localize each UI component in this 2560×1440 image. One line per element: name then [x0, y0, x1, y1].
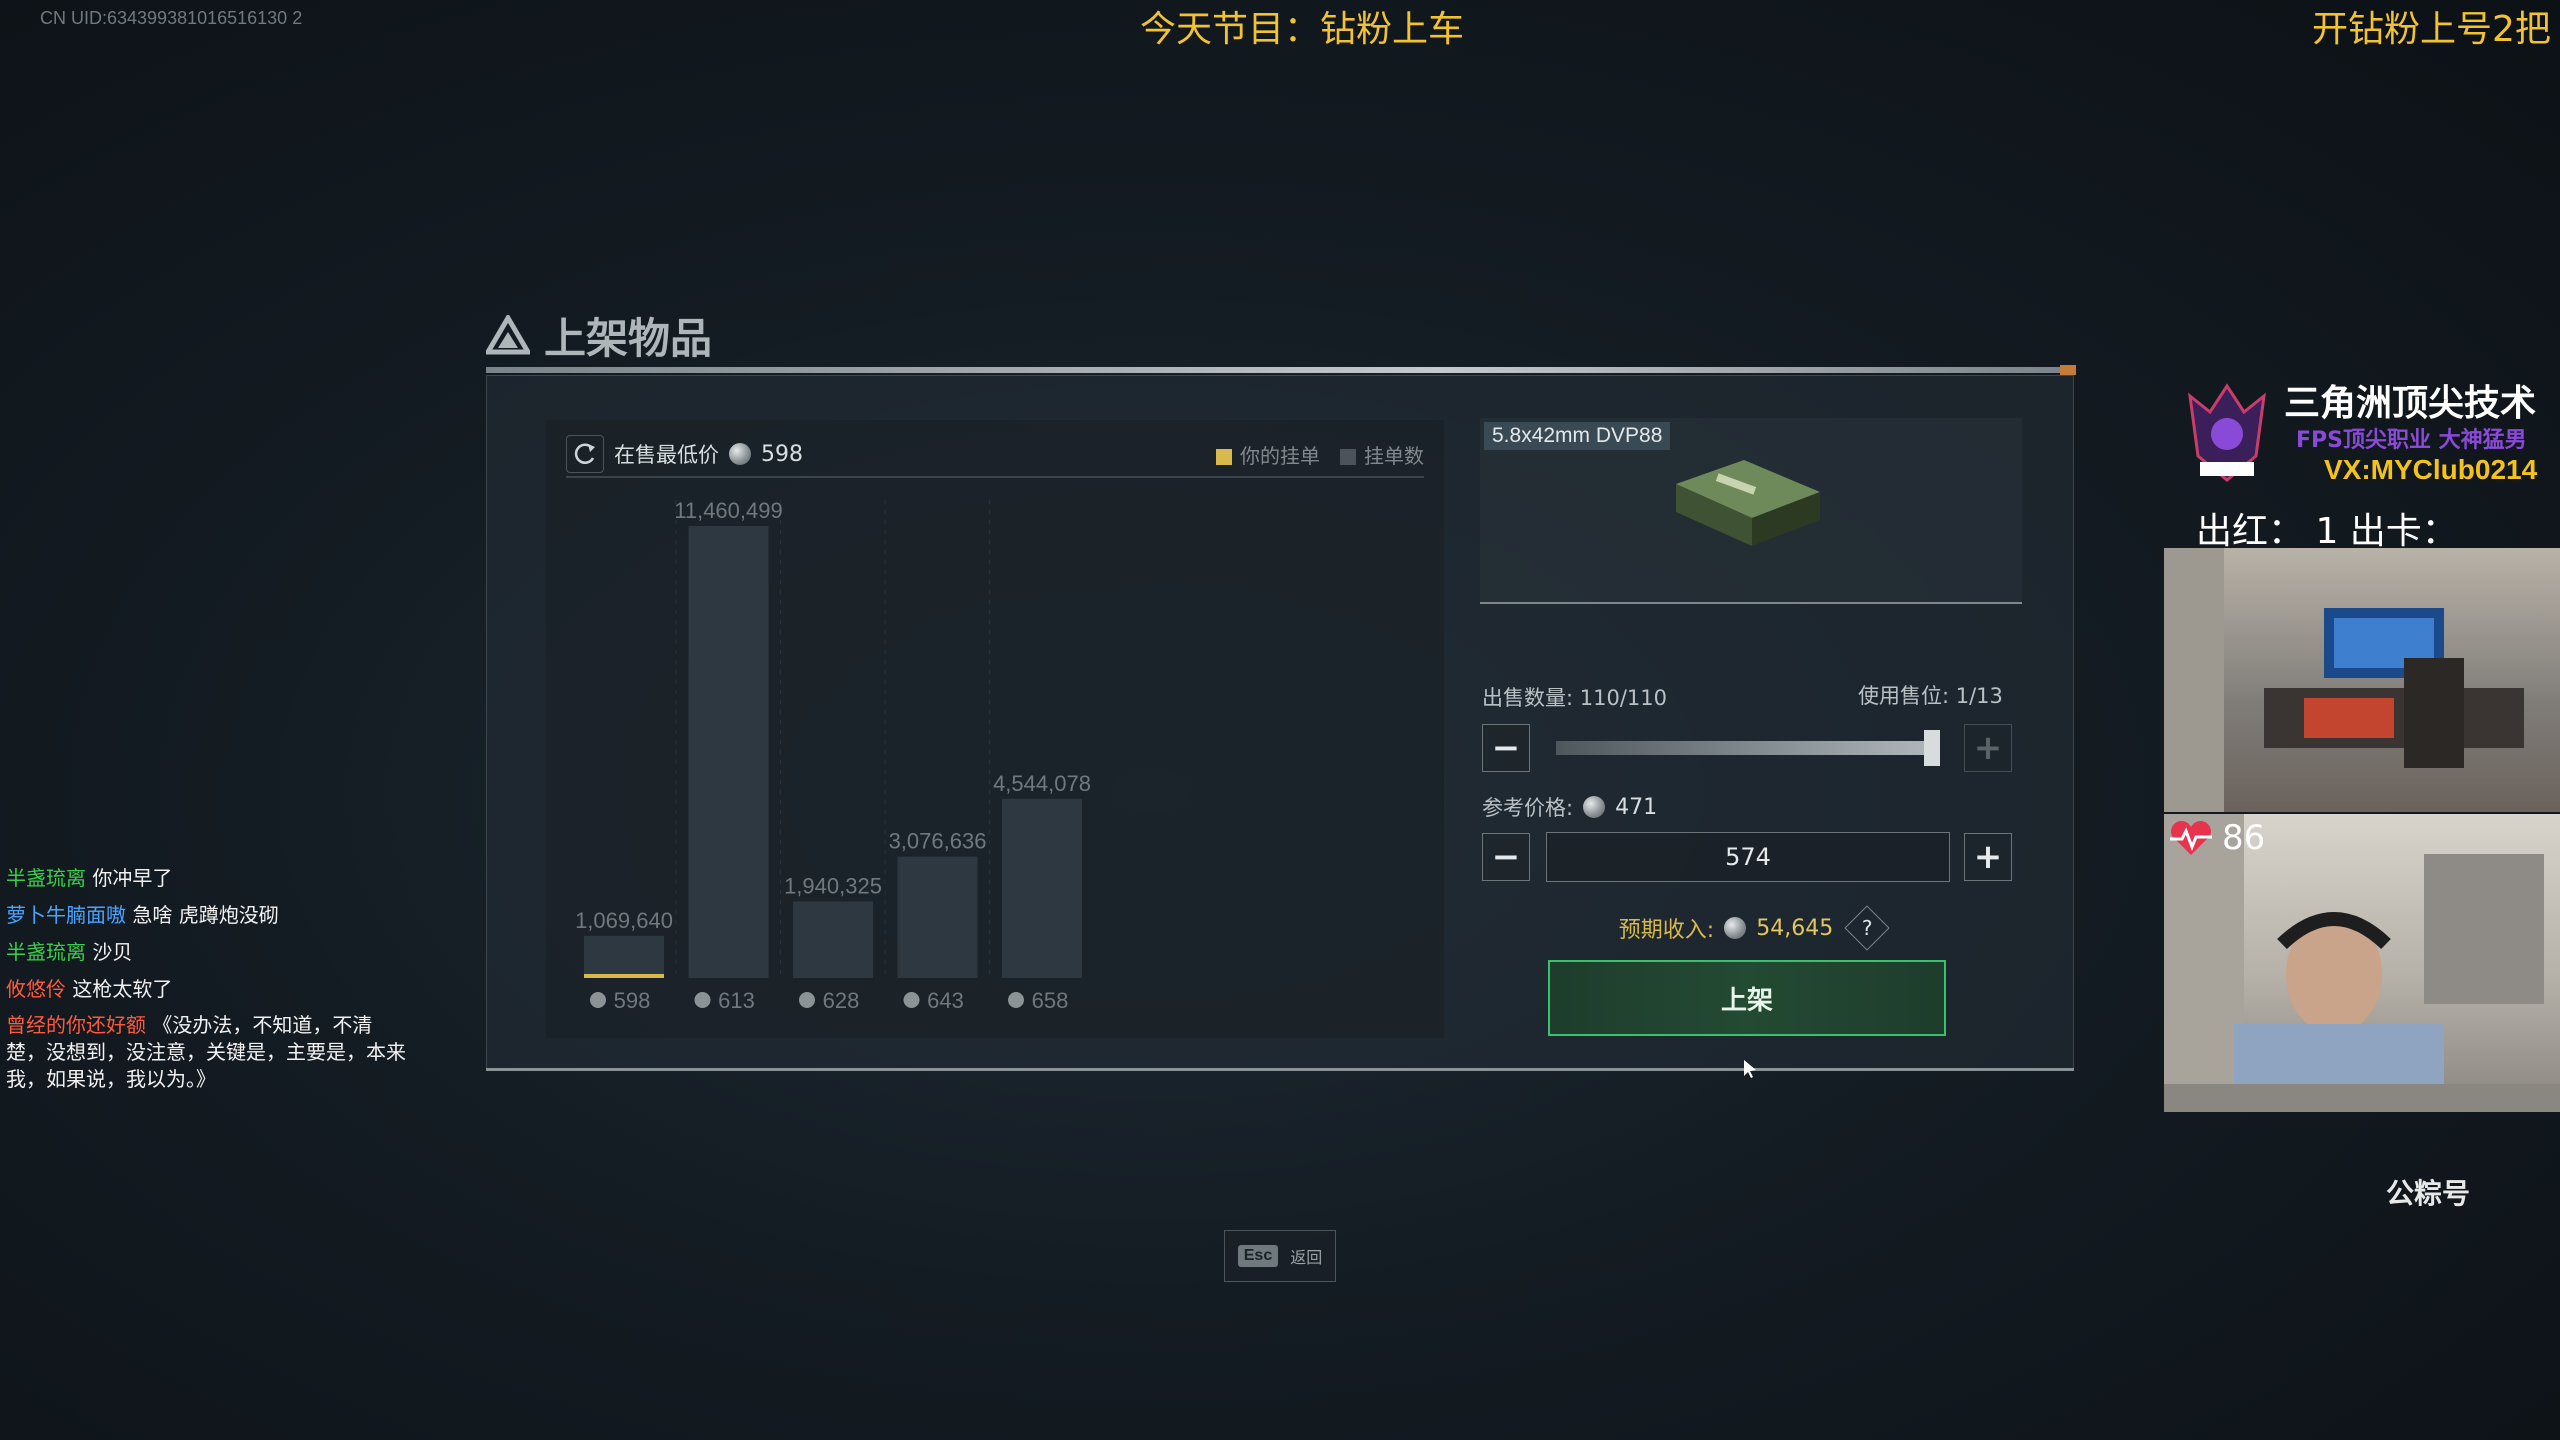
- esc-key-label: Esc: [1237, 1245, 1279, 1267]
- title-divider-accent: [2060, 365, 2076, 375]
- stream-note-text: 开钻粉上号2把: [2312, 9, 2551, 50]
- chart-tick-label: 643: [927, 988, 964, 1013]
- coin-icon: [729, 443, 751, 465]
- your-listing-marker: [584, 974, 664, 978]
- chart-bar: [897, 856, 978, 978]
- chat-text: 你冲早了: [92, 866, 173, 890]
- chart-value-label: 3,076,636: [889, 829, 987, 854]
- chart-bar: [688, 526, 769, 978]
- chart-bar: [1002, 798, 1082, 978]
- dialog-bottom-rule: [486, 1068, 2074, 1071]
- legend-yours-swatch: [1216, 449, 1232, 465]
- brand-contact: VX:MYClub0214: [2324, 454, 2538, 485]
- delta-logo-icon: [486, 315, 530, 355]
- coin-icon: [903, 992, 920, 1008]
- legend-count-label: 挂单数: [1364, 443, 1424, 468]
- chat-message: 攸悠伶 这枪太软了: [6, 971, 406, 1008]
- quantity-slider-track[interactable]: [1556, 741, 1934, 755]
- minus-icon: −: [1491, 837, 1521, 877]
- chart-legend: 你的挂单 挂单数: [1216, 440, 1424, 469]
- plus-icon: +: [1973, 728, 2003, 768]
- brand-title: 三角洲顶尖技术: [2284, 383, 2537, 424]
- uid-label: CN UID:634399381016516130 2: [40, 8, 303, 28]
- chart-value-label: 4,544,078: [993, 771, 1091, 796]
- lowest-price-label: 在售最低价: [614, 443, 719, 467]
- drop-stats: 出红： 1 出卡：: [2196, 511, 2458, 552]
- chat-username: 半盏琉离: [6, 940, 86, 964]
- title-divider: [486, 367, 2074, 373]
- stream-topic-text: 今天节目：钻粉上车: [1140, 9, 1465, 50]
- coin-icon: [799, 992, 815, 1008]
- chat-username: 攸悠伶: [6, 977, 66, 1001]
- heart-rate-icon: [2170, 820, 2212, 855]
- streamer-camera-feed: [2164, 814, 2560, 1112]
- chart-header: 在售最低价 598 你的挂单 挂单数: [566, 432, 1424, 478]
- legend-count: 挂单数: [1340, 440, 1424, 469]
- chart-tick-label: 628: [823, 988, 860, 1013]
- lowest-price-value: 598: [761, 441, 803, 467]
- legend-yours: 你的挂单: [1216, 440, 1320, 469]
- reference-price-label: 参考价格:: [1482, 796, 1574, 820]
- refresh-icon: [574, 443, 595, 464]
- chart-bar: [584, 935, 664, 978]
- coin-icon: [1724, 917, 1747, 939]
- list-item-button[interactable]: 上架: [1548, 960, 1946, 1036]
- coin-icon: [1583, 796, 1606, 818]
- legend-yours-label: 你的挂单: [1240, 443, 1320, 468]
- price-input[interactable]: 574: [1546, 832, 1950, 882]
- sell-quantity-label: 出售数量: 110/110: [1482, 686, 1667, 710]
- brand-subtitle: FPS顶尖职业 大神猛男: [2296, 428, 2527, 453]
- heart-rate-value: 86: [2222, 818, 2266, 858]
- expected-income-row: 预期收入: 54,645 ?: [1480, 905, 2022, 951]
- chart-value-label: 1,069,640: [575, 908, 673, 933]
- club-logo-icon: [2188, 383, 2266, 482]
- expected-income-label: 预期收入:: [1618, 918, 1715, 943]
- back-button[interactable]: Esc 返回: [1224, 1230, 1336, 1282]
- price-decrease-button[interactable]: −: [1482, 833, 1530, 881]
- dialog-header: 上架物品: [486, 305, 712, 365]
- price-increase-button[interactable]: +: [1964, 833, 2012, 881]
- chat-username: 曾经的你还好额: [6, 1013, 146, 1037]
- item-name-tag: 5.8x42mm DVP88: [1484, 422, 1671, 450]
- listing-bar-chart: 1,069,640 598 11,460,499 613 1,940,325 628 3,0…: [575, 498, 1091, 1013]
- chat-username: 萝卜牛腩面嗷: [6, 903, 126, 927]
- help-button[interactable]: ?: [1844, 905, 1890, 951]
- chart-tick-label: 613: [718, 988, 755, 1013]
- chat-message: 萝卜牛腩面嗷 急啥 虎蹲炮没砌: [6, 897, 406, 934]
- chat-username: 半盏琉离: [6, 866, 86, 890]
- minus-icon: −: [1491, 728, 1521, 768]
- watermark-text: 公粽号: [2386, 1177, 2471, 1210]
- quantity-decrease-button[interactable]: −: [1482, 724, 1530, 772]
- coin-icon: [694, 992, 711, 1008]
- chat-message: 半盏琉离 沙贝: [6, 934, 406, 971]
- legend-count-swatch: [1340, 449, 1356, 465]
- coin-icon: [590, 992, 606, 1008]
- slots-used-label: 使用售位: 1/13: [1858, 684, 2003, 708]
- quantity-slider-thumb[interactable]: [1924, 730, 1940, 766]
- live-chat: 半盏琉离 你冲早了 萝卜牛腩面嗷 急啥 虎蹲炮没砌 半盏琉离 沙贝 攸悠伶 这枪…: [6, 860, 406, 1093]
- chat-message: 半盏琉离 你冲早了: [6, 860, 406, 897]
- reference-price-row: 参考价格: 471: [1482, 792, 1657, 822]
- chat-text: 这枪太软了: [72, 977, 173, 1001]
- expected-income-value: 54,645: [1756, 915, 1834, 941]
- chart-tick-label: 598: [614, 988, 651, 1013]
- chart-bar: [793, 901, 873, 978]
- coin-icon: [1008, 992, 1024, 1008]
- chart-value-label: 11,460,499: [674, 498, 782, 523]
- back-label: 返回: [1290, 1248, 1323, 1267]
- heart-rate: 86: [2168, 818, 2265, 858]
- quantity-increase-button[interactable]: +: [1964, 724, 2012, 772]
- question-icon: ?: [1861, 916, 1873, 940]
- setup-camera-feed: [2164, 548, 2560, 812]
- chat-message: 曾经的你还好额 《没办法，不知道，不清楚，没想到，没注意，关键是，主要是，本来我…: [6, 1012, 406, 1093]
- reference-price-value: 471: [1615, 794, 1658, 820]
- chat-text: 沙贝: [92, 940, 133, 964]
- chart-tick-label: 658: [1032, 988, 1069, 1013]
- dialog-title: 上架物品: [544, 313, 713, 363]
- refresh-button[interactable]: [566, 435, 604, 473]
- plus-icon: +: [1973, 837, 2003, 877]
- chat-text: 急啥 虎蹲炮没砌: [132, 903, 279, 927]
- chart-value-label: 1,940,325: [784, 873, 882, 898]
